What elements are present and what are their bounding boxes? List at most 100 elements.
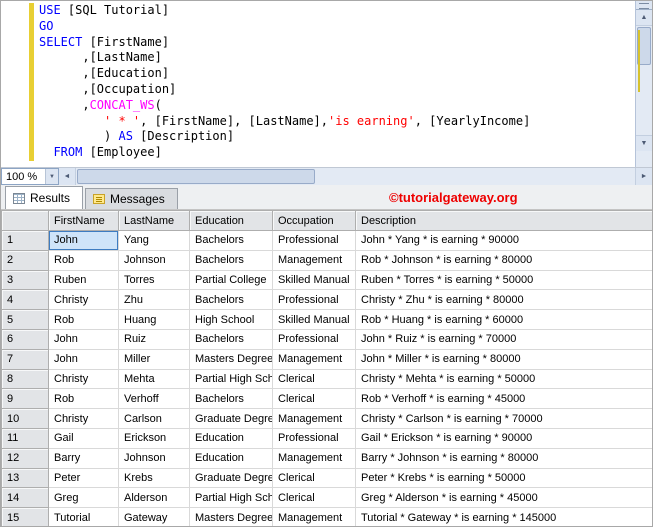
grid-cell[interactable]: Bachelors <box>189 328 273 350</box>
column-header-lastname[interactable]: LastName <box>118 210 190 231</box>
grid-cell[interactable]: Partial High School <box>189 487 273 509</box>
grid-cell[interactable]: Johnson <box>118 447 190 469</box>
grid-cell[interactable]: Peter * Krebs * is earning * 50000 <box>355 467 652 489</box>
grid-cell[interactable]: John * Yang * is earning * 90000 <box>355 230 652 251</box>
select-all-corner[interactable] <box>1 210 49 231</box>
column-header-description[interactable]: Description <box>355 210 652 231</box>
tab-results[interactable]: Results <box>5 186 84 209</box>
row-number[interactable]: 4 <box>1 289 49 311</box>
grid-cell[interactable]: Christy <box>48 408 119 429</box>
grid-cell[interactable]: Peter <box>48 467 119 489</box>
sql-code[interactable]: USE [SQL Tutorial] GO SELECT [FirstName] ,… <box>39 3 632 161</box>
grid-cell[interactable]: Management <box>272 507 356 526</box>
row-number[interactable]: 3 <box>1 269 49 291</box>
grid-cell[interactable]: Graduate Degree <box>189 408 273 429</box>
scroll-right-icon[interactable]: ► <box>635 168 652 185</box>
grid-cell[interactable]: Huang <box>118 309 190 330</box>
grid-cell[interactable]: Greg <box>48 487 119 509</box>
tab-messages[interactable]: Messages <box>85 188 178 209</box>
grid-cell[interactable]: Clerical <box>272 368 356 390</box>
splitter-handle[interactable] <box>636 1 652 10</box>
grid-cell[interactable]: Bachelors <box>189 289 273 311</box>
sql-editor[interactable]: USE [SQL Tutorial] GO SELECT [FirstName] ,… <box>1 1 652 167</box>
grid-cell[interactable]: Masters Degree <box>189 507 273 526</box>
grid-cell[interactable]: Clerical <box>272 487 356 509</box>
grid-cell[interactable]: Tutorial * Gateway * is earning * 145000 <box>355 507 652 526</box>
grid-cell[interactable]: Professional <box>272 230 356 251</box>
row-number[interactable]: 5 <box>1 309 49 330</box>
grid-cell[interactable]: Management <box>272 447 356 469</box>
grid-cell[interactable]: Gail <box>48 427 119 449</box>
grid-cell[interactable]: Christy * Zhu * is earning * 80000 <box>355 289 652 311</box>
grid-cell[interactable]: Graduate Degree <box>189 467 273 489</box>
code-line[interactable]: ,[LastName] <box>39 50 632 66</box>
grid-cell[interactable]: Professional <box>272 328 356 350</box>
grid-cell[interactable]: Rob * Johnson * is earning * 80000 <box>355 249 652 271</box>
grid-cell[interactable]: Rob <box>48 249 119 271</box>
grid-cell[interactable]: Christy <box>48 289 119 311</box>
horizontal-scroll-track[interactable] <box>76 168 635 185</box>
grid-cell[interactable]: Tutorial <box>48 507 119 526</box>
row-number[interactable]: 10 <box>1 408 49 429</box>
grid-cell[interactable]: Ruben <box>48 269 119 291</box>
row-number[interactable]: 2 <box>1 249 49 271</box>
chevron-down-icon[interactable]: ▼ <box>45 169 58 184</box>
code-line[interactable]: SELECT [FirstName] <box>39 35 632 51</box>
grid-cell[interactable]: Rob <box>48 309 119 330</box>
grid-cell[interactable]: Yang <box>118 230 190 251</box>
grid-cell[interactable]: Erickson <box>118 427 190 449</box>
row-number[interactable]: 8 <box>1 368 49 390</box>
grid-cell[interactable]: Torres <box>118 269 190 291</box>
grid-cell[interactable]: Miller <box>118 348 190 370</box>
column-header-firstname[interactable]: FirstName <box>48 210 119 231</box>
grid-cell[interactable]: Partial High School <box>189 368 273 390</box>
grid-cell[interactable]: Professional <box>272 427 356 449</box>
row-number[interactable]: 15 <box>1 507 49 526</box>
grid-cell[interactable]: Bachelors <box>189 388 273 410</box>
row-number[interactable]: 1 <box>1 230 49 251</box>
editor-vertical-scrollbar[interactable]: ▲ ▼ <box>635 1 652 167</box>
grid-cell[interactable]: Gail * Erickson * is earning * 90000 <box>355 427 652 449</box>
grid-cell[interactable]: Rob * Huang * is earning * 60000 <box>355 309 652 330</box>
row-number[interactable]: 7 <box>1 348 49 370</box>
grid-cell[interactable]: Christy * Carlson * is earning * 70000 <box>355 408 652 429</box>
code-line[interactable]: ' * ', [FirstName], [LastName],'is earni… <box>39 114 632 130</box>
editor-horizontal-scrollbar[interactable]: ◄ ► <box>59 168 652 185</box>
code-line[interactable]: ,CONCAT_WS( <box>39 98 632 114</box>
grid-cell[interactable]: John * Miller * is earning * 80000 <box>355 348 652 370</box>
grid-cell[interactable]: Krebs <box>118 467 190 489</box>
grid-cell[interactable]: Christy <box>48 368 119 390</box>
grid-cell[interactable]: Management <box>272 348 356 370</box>
grid-cell[interactable]: John <box>48 348 119 370</box>
grid-cell[interactable]: Rob * Verhoff * is earning * 45000 <box>355 388 652 410</box>
horizontal-scroll-thumb[interactable] <box>77 169 315 184</box>
row-number[interactable]: 12 <box>1 447 49 469</box>
column-header-occupation[interactable]: Occupation <box>272 210 356 231</box>
grid-cell[interactable]: John <box>48 230 119 251</box>
grid-cell[interactable]: Barry * Johnson * is earning * 80000 <box>355 447 652 469</box>
code-line[interactable]: GO <box>39 19 632 35</box>
code-line[interactable]: ,[Education] <box>39 66 632 82</box>
code-line[interactable]: ,[Occupation] <box>39 82 632 98</box>
grid-cell[interactable]: Alderson <box>118 487 190 509</box>
grid-cell[interactable]: Christy * Mehta * is earning * 50000 <box>355 368 652 390</box>
grid-cell[interactable]: Bachelors <box>189 249 273 271</box>
code-line[interactable]: ) AS [Description] <box>39 129 632 145</box>
code-line[interactable]: USE [SQL Tutorial] <box>39 3 632 19</box>
scroll-left-icon[interactable]: ◄ <box>59 168 76 185</box>
grid-cell[interactable]: Ruben * Torres * is earning * 50000 <box>355 269 652 291</box>
grid-cell[interactable]: Clerical <box>272 467 356 489</box>
grid-cell[interactable]: Mehta <box>118 368 190 390</box>
grid-cell[interactable]: Partial College <box>189 269 273 291</box>
grid-cell[interactable]: Gateway <box>118 507 190 526</box>
grid-cell[interactable]: Johnson <box>118 249 190 271</box>
code-line[interactable]: FROM [Employee] <box>39 145 632 161</box>
grid-cell[interactable]: Education <box>189 447 273 469</box>
grid-cell[interactable]: Ruiz <box>118 328 190 350</box>
grid-cell[interactable]: Education <box>189 427 273 449</box>
row-number[interactable]: 13 <box>1 467 49 489</box>
grid-cell[interactable]: Verhoff <box>118 388 190 410</box>
row-number[interactable]: 9 <box>1 388 49 410</box>
scroll-up-icon[interactable]: ▲ <box>636 10 652 26</box>
grid-cell[interactable]: Carlson <box>118 408 190 429</box>
